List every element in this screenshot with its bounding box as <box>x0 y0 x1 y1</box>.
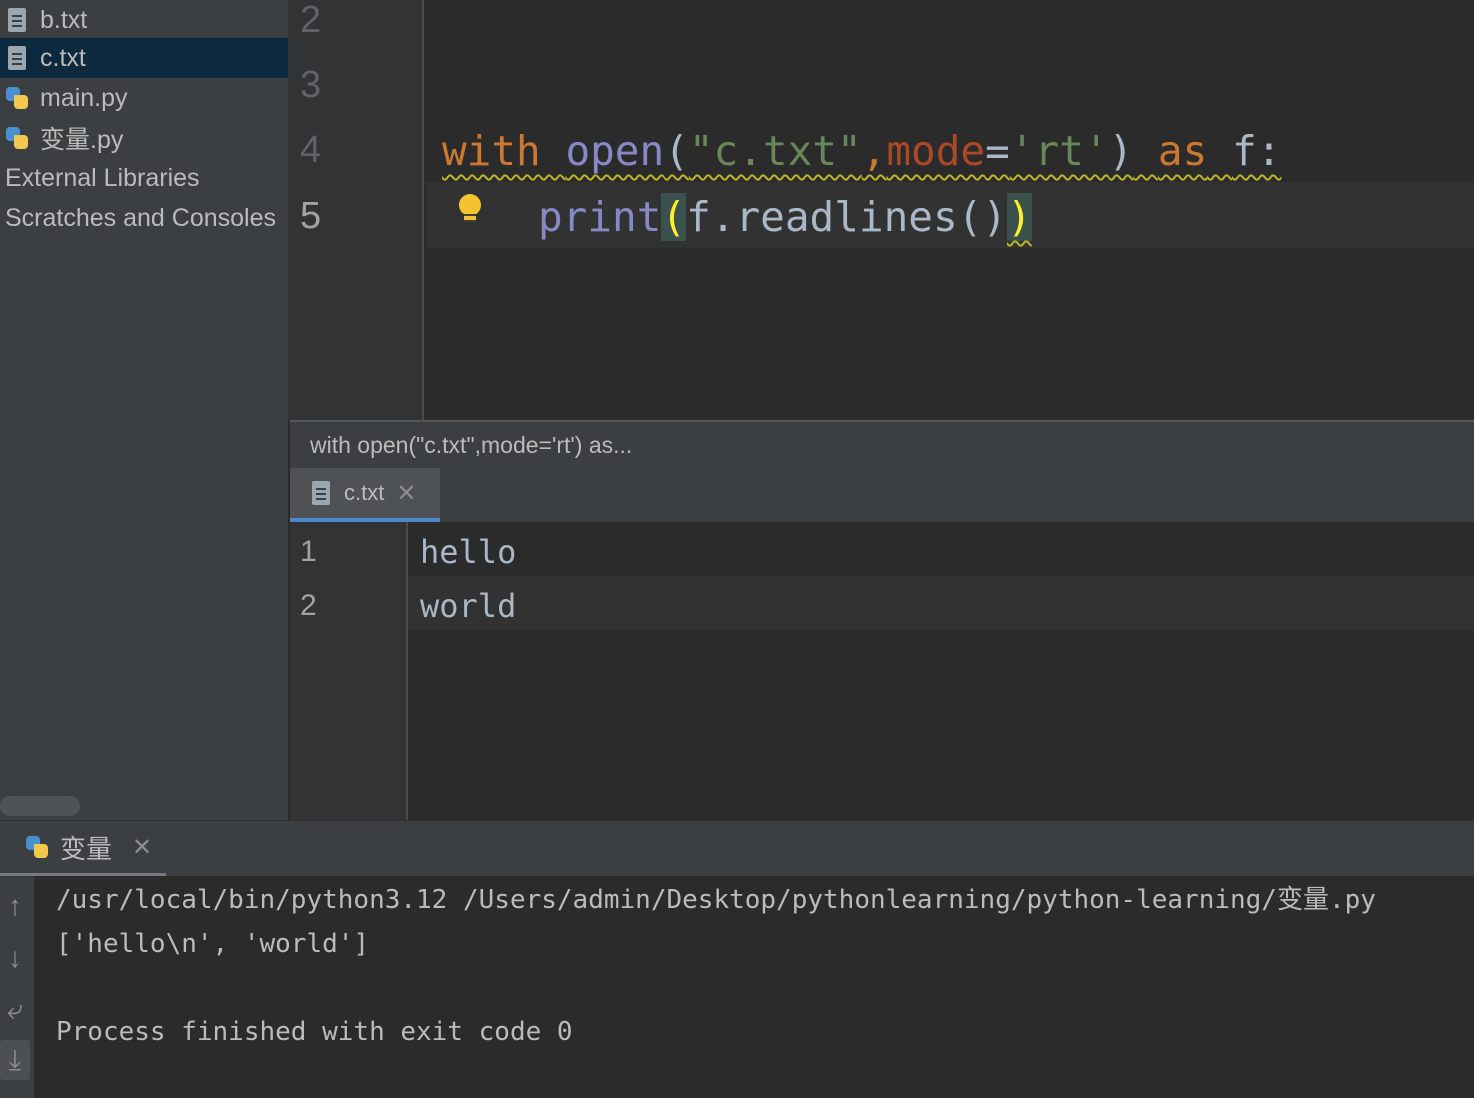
code-line-5[interactable]: print(f.readlines()) <box>538 192 1032 242</box>
arrow-up-icon[interactable]: ↑ <box>0 886 30 926</box>
scroll-to-end-icon[interactable]: ⤓ <box>0 1040 30 1080</box>
tree-item-label: Scratches and Consoles <box>5 203 276 232</box>
lightbulb-icon[interactable] <box>458 194 482 224</box>
main-editor[interactable]: 2 3 4 5 with open("c.txt",mode='rt') as … <box>288 0 1474 420</box>
python-file-icon <box>0 78 34 118</box>
tree-item-c-txt[interactable]: c.txt <box>0 38 288 78</box>
tree-item-label: main.py <box>40 83 128 112</box>
run-tab-label: 变量 <box>60 833 113 864</box>
tree-item-scratches-and-consoles[interactable]: Scratches and Consoles <box>0 198 288 238</box>
line-number: 3 <box>300 64 322 106</box>
console-output[interactable]: /usr/local/bin/python3.12 /Users/admin/D… <box>34 876 1474 1098</box>
breadcrumb-item[interactable]: with open("c.txt",mode='rt') as... <box>310 432 632 458</box>
console-line: ['hello\n', 'world'] <box>56 929 370 959</box>
line-number: 2 <box>300 589 317 622</box>
project-tree: b.txt c.txt main.py 变量.py External Libra… <box>0 0 288 820</box>
tab-label: c.txt <box>344 480 385 505</box>
line-number: 4 <box>300 129 322 171</box>
text-line[interactable]: world <box>420 586 516 626</box>
arrow-down-icon[interactable]: ↓ <box>0 938 30 978</box>
text-file-icon <box>0 0 34 40</box>
console-line: /usr/local/bin/python3.12 /Users/admin/D… <box>56 885 1376 915</box>
matched-bracket: ( <box>661 193 687 241</box>
line-number: 2 <box>300 0 322 41</box>
python-file-icon <box>0 118 34 158</box>
breadcrumb[interactable]: with open("c.txt",mode='rt') as... <box>290 420 1474 468</box>
python-icon <box>24 834 50 860</box>
tab-c-txt[interactable]: c.txt ✕ <box>290 468 440 522</box>
tree-item-label: b.txt <box>40 5 88 34</box>
tree-item-b-txt[interactable]: b.txt <box>0 0 288 40</box>
line-number: 1 <box>300 535 317 568</box>
text-file-editor[interactable]: 1 2 hello world <box>290 522 1474 820</box>
tree-item-label: External Libraries <box>5 163 200 192</box>
editor-gutter: 1 2 <box>290 522 408 820</box>
line-number: 5 <box>300 195 322 237</box>
editor-gutter: 2 3 4 5 <box>288 0 424 420</box>
text-file-icon <box>312 481 330 505</box>
close-icon[interactable]: ✕ <box>396 479 416 508</box>
run-toolbar: ↑ ↓ ⤶ ⤓ <box>0 876 34 1098</box>
editor-tab-bar: c.txt ✕ <box>290 468 1474 523</box>
close-icon[interactable]: ✕ <box>132 833 152 862</box>
console-line: Process finished with exit code 0 <box>56 1017 573 1047</box>
tree-item-label: c.txt <box>40 43 86 72</box>
current-line-highlight <box>408 576 1474 630</box>
sidebar-horizontal-scrollbar[interactable] <box>0 796 80 816</box>
matched-bracket: ) <box>1007 193 1032 241</box>
tree-item-main-py[interactable]: main.py <box>0 78 288 118</box>
run-tab[interactable]: 变量 ✕ <box>0 821 166 877</box>
code-line-4[interactable]: with open("c.txt",mode='rt') as f: <box>442 126 1281 176</box>
tree-item-bianliang-py[interactable]: 变量.py <box>0 118 288 158</box>
text-file-icon <box>0 38 34 78</box>
code-warning-underline: with open("c.txt",mode='rt') as f: <box>442 127 1282 175</box>
run-panel-tab-bar: 变量 ✕ <box>0 820 1474 877</box>
tree-item-label: 变量.py <box>40 126 124 154</box>
text-line[interactable]: hello <box>420 532 516 572</box>
tree-item-external-libraries[interactable]: External Libraries <box>0 158 288 198</box>
soft-wrap-icon[interactable]: ⤶ <box>0 990 30 1030</box>
